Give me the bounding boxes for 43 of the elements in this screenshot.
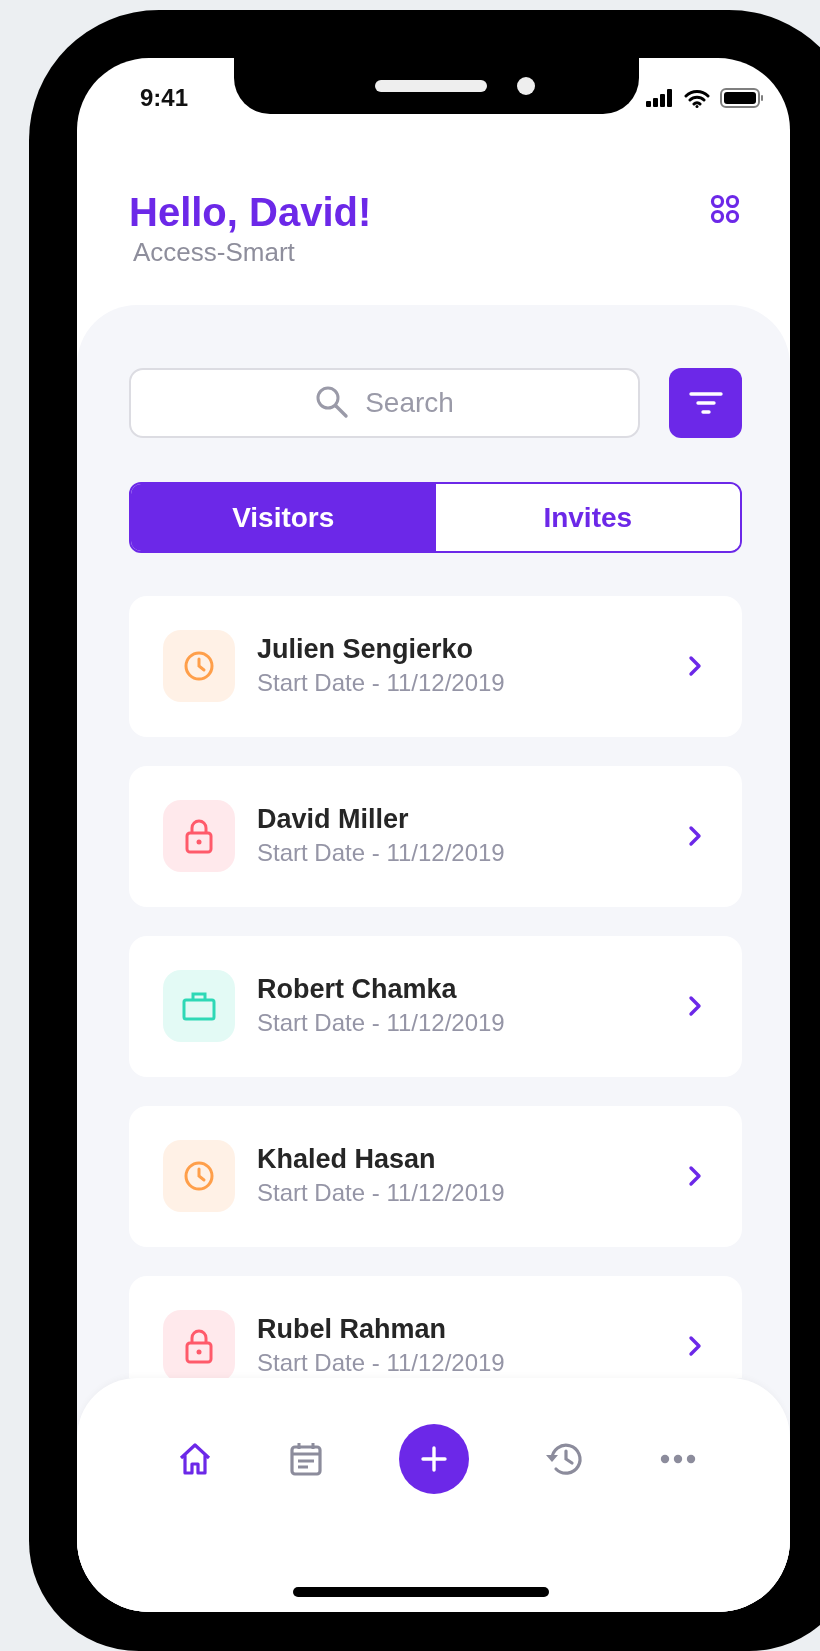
more-icon[interactable] [660, 1454, 696, 1464]
plus-icon [419, 1445, 448, 1473]
apps-grid-icon[interactable] [710, 194, 740, 224]
chevron-right-icon [688, 825, 702, 847]
home-icon[interactable] [177, 1441, 213, 1477]
chevron-right-icon [688, 655, 702, 677]
filter-button[interactable] [669, 368, 742, 438]
search-field[interactable]: Search [129, 368, 640, 438]
padlock-icon [184, 1328, 214, 1364]
chevron-right-icon [688, 1165, 702, 1187]
filter-icon [688, 391, 723, 415]
clock-icon [183, 1160, 215, 1192]
segment-tab[interactable]: Visitors [131, 484, 436, 551]
chevron-right-icon [688, 995, 702, 1017]
search-icon [314, 385, 349, 419]
chevron-right-icon [688, 1335, 702, 1357]
visitor-card[interactable]: Rubel Rahman Start Date - 11/12/2019 [129, 1276, 742, 1378]
visitor-card[interactable]: David Miller Start Date - 11/12/2019 [129, 766, 742, 907]
greeting-title: Hello, David! [129, 189, 372, 236]
segment-tab[interactable]: Invites [435, 484, 740, 551]
signal-icon [646, 89, 674, 107]
status-time: 9:41 [140, 84, 189, 112]
visitor-start-date: Start Date - 11/12/2019 [257, 1178, 506, 1208]
battery-icon [720, 88, 764, 108]
visitor-name: Robert Chamka [257, 973, 458, 1006]
briefcase-icon [182, 991, 216, 1021]
visitor-start-date: Start Date - 11/12/2019 [257, 838, 506, 868]
padlock-icon [184, 818, 214, 854]
visitor-start-date: Start Date - 11/12/2019 [257, 1008, 506, 1038]
wifi-icon [684, 88, 710, 108]
visitor-card[interactable]: Khaled Hasan Start Date - 11/12/2019 [129, 1106, 742, 1247]
app-subtitle: Access-Smart [133, 236, 296, 268]
calendar-icon[interactable] [288, 1441, 323, 1477]
visitor-start-date: Start Date - 11/12/2019 [257, 668, 506, 698]
visitor-name: David Miller [257, 803, 410, 836]
clock-icon [183, 650, 215, 682]
history-icon[interactable] [544, 1441, 585, 1477]
visitor-name: Julien Sengierko [257, 633, 475, 666]
visitor-card[interactable]: Robert Chamka Start Date - 11/12/2019 [129, 936, 742, 1077]
visitor-name: Rubel Rahman [257, 1313, 448, 1346]
visitor-card[interactable]: Julien Sengierko Start Date - 11/12/2019 [129, 596, 742, 737]
visitor-name: Khaled Hasan [257, 1143, 437, 1176]
visitor-start-date: Start Date - 11/12/2019 [257, 1348, 506, 1378]
